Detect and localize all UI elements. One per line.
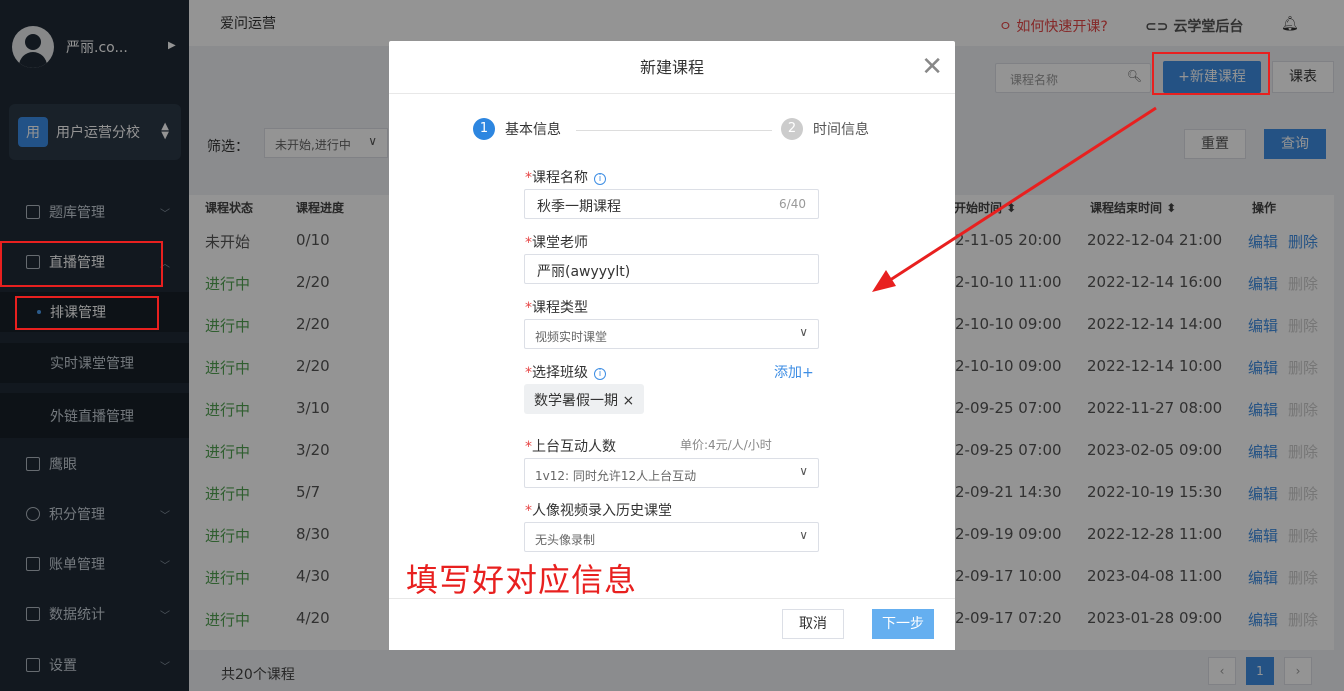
annotation-arrow xyxy=(872,106,1157,292)
